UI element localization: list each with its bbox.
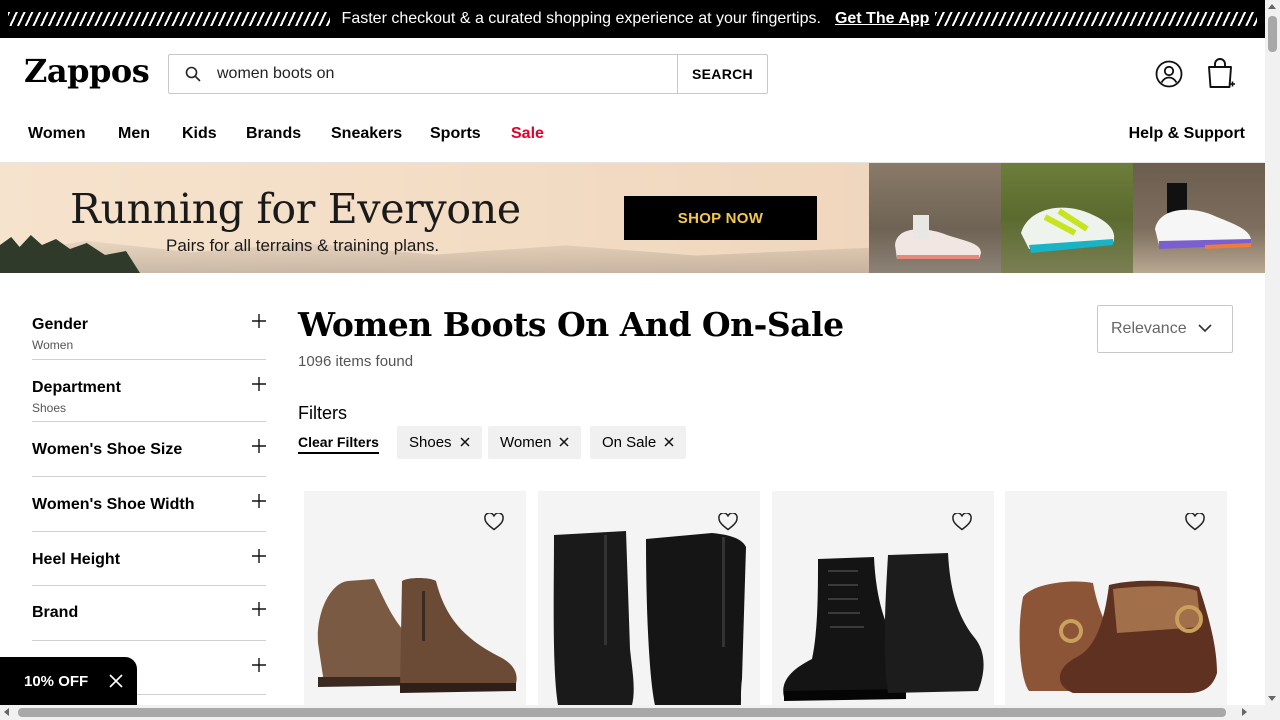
scroll-left-icon[interactable] — [4, 708, 9, 716]
heart-icon[interactable] — [484, 512, 504, 536]
filters-heading: Filters — [298, 403, 347, 423]
black-mid-calf-boot-image — [553, 531, 746, 706]
facet-title: Women's Shoe Width — [32, 496, 195, 513]
promo-bar: Faster checkout & a curated shopping exp… — [0, 0, 1265, 38]
banner-subtext: Pairs for all terrains & training plans. — [166, 236, 440, 255]
filter-chip-shoes[interactable]: Shoes — [397, 426, 482, 459]
search-icon — [169, 55, 217, 93]
scroll-thumb[interactable] — [18, 708, 1226, 717]
promo-hatch-right — [935, 12, 1258, 26]
facet-brand[interactable]: Brand — [32, 586, 266, 641]
product-card[interactable] — [772, 491, 994, 706]
filter-chip-women[interactable]: Women — [488, 426, 582, 459]
chip-label: Shoes — [409, 434, 452, 451]
shop-now-button[interactable]: SHOP NOW — [624, 196, 817, 240]
scroll-up-icon[interactable] — [1268, 4, 1276, 9]
facet-title: Women's Shoe Size — [32, 441, 183, 458]
clear-filters-link[interactable]: Clear Filters — [298, 434, 379, 454]
product-card[interactable] — [1005, 491, 1227, 706]
zappos-logo[interactable]: Zappos — [24, 52, 150, 90]
banner-photo-green-shoe — [1001, 163, 1133, 273]
heart-icon[interactable] — [952, 512, 972, 536]
chip-label: On Sale — [602, 434, 657, 451]
search-input[interactable] — [217, 55, 677, 93]
close-icon[interactable] — [664, 434, 674, 451]
page-title: Women Boots On And On-Sale — [298, 305, 844, 344]
facet-heel-height[interactable]: Heel Height — [32, 532, 266, 586]
scroll-thumb[interactable] — [1268, 16, 1277, 52]
plus-icon[interactable] — [252, 549, 266, 568]
facet-womens-shoe-size[interactable]: Women's Shoe Size — [32, 422, 266, 477]
plus-icon[interactable] — [252, 439, 266, 458]
facet-title: Department — [32, 379, 121, 396]
close-icon[interactable] — [109, 674, 123, 692]
search-button[interactable]: SEARCH — [677, 55, 767, 93]
brown-ankle-bootie-image — [317, 578, 517, 693]
cart-icon[interactable] — [1206, 58, 1236, 95]
banner-headline: Running for Everyone — [70, 185, 521, 233]
nav-sports[interactable]: Sports — [430, 125, 481, 143]
nav-help-support[interactable]: Help & Support — [1129, 125, 1245, 143]
chip-label: Women — [500, 434, 552, 451]
nav-men[interactable]: Men — [118, 125, 150, 143]
heart-icon[interactable] — [718, 512, 738, 536]
plus-icon[interactable] — [252, 314, 266, 333]
sort-dropdown[interactable]: Relevance — [1097, 305, 1233, 353]
product-card[interactable] — [304, 491, 526, 706]
plus-icon[interactable] — [252, 494, 266, 513]
sort-value: Relevance — [1111, 320, 1187, 337]
facet-department[interactable]: Department Shoes — [32, 360, 266, 422]
banner-trees — [0, 235, 140, 273]
facet-title: Brand — [32, 604, 79, 621]
product-card[interactable] — [538, 491, 760, 706]
search-bar: SEARCH — [168, 54, 768, 94]
get-the-app-link[interactable]: Get The App — [835, 10, 930, 28]
close-icon[interactable] — [460, 434, 470, 451]
black-lace-up-boot-image — [783, 553, 984, 701]
facet-title: Heel Height — [32, 551, 121, 568]
main-nav: Women Men Kids Brands Sneakers Sports Sa… — [0, 110, 1265, 163]
patterned-brown-bootie-image — [1019, 580, 1217, 693]
discount-tab[interactable]: 10% OFF — [0, 657, 137, 705]
discount-label: 10% OFF — [24, 672, 89, 690]
nav-sneakers[interactable]: Sneakers — [331, 125, 402, 143]
banner-photo-white-shoe — [1133, 163, 1265, 273]
site-header: Zappos SEARCH — [0, 38, 1265, 110]
close-icon[interactable] — [559, 434, 569, 451]
plus-icon[interactable] — [252, 658, 266, 677]
nav-sale[interactable]: Sale — [511, 125, 544, 143]
facet-title: Gender — [32, 316, 89, 333]
heart-icon[interactable] — [1185, 512, 1205, 536]
result-count: 1096 items found — [298, 353, 414, 370]
account-icon[interactable] — [1155, 60, 1183, 93]
scroll-right-icon[interactable] — [1242, 708, 1247, 716]
facet-selected: Shoes — [32, 401, 67, 415]
facet-selected: Women — [32, 338, 74, 352]
vertical-scrollbar[interactable] — [1265, 0, 1280, 705]
horizontal-scrollbar[interactable] — [0, 705, 1280, 720]
facet-gender[interactable]: Gender Women — [32, 300, 266, 360]
nav-women[interactable]: Women — [28, 125, 85, 143]
filter-sidebar: Gender Women Department Shoes Women's Sh… — [32, 300, 266, 695]
chevron-down-icon — [1198, 320, 1212, 338]
promo-hatch-left — [7, 12, 330, 26]
scroll-down-icon[interactable] — [1268, 696, 1276, 701]
promo-banner[interactable]: Running for Everyone Pairs for all terra… — [0, 163, 1265, 273]
facet-womens-shoe-width[interactable]: Women's Shoe Width — [32, 477, 266, 532]
plus-icon[interactable] — [252, 602, 266, 621]
nav-brands[interactable]: Brands — [246, 125, 301, 143]
banner-photo-pink-shoe — [869, 163, 1001, 273]
plus-icon[interactable] — [252, 377, 266, 396]
promo-message: Faster checkout & a curated shopping exp… — [341, 10, 821, 27]
filter-chip-on-sale[interactable]: On Sale — [590, 426, 687, 459]
nav-kids[interactable]: Kids — [182, 125, 217, 143]
